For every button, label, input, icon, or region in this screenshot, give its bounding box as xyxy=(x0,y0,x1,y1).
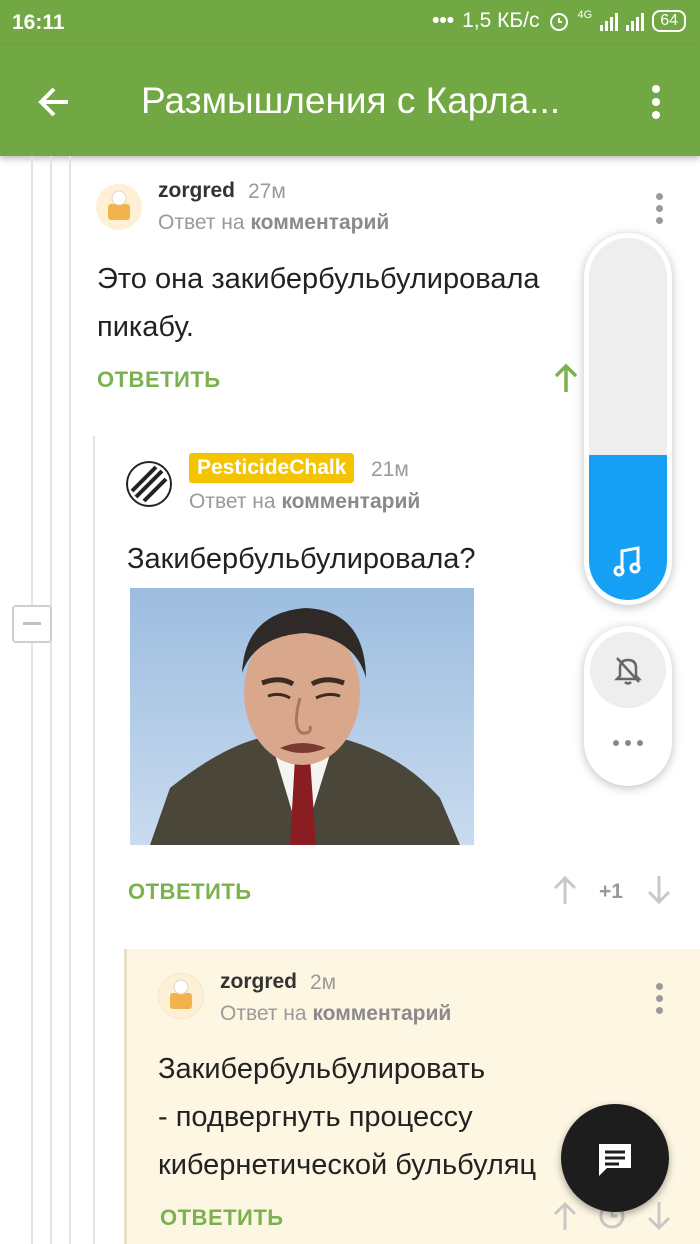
reply-to-line: Ответ на комментарий xyxy=(189,490,420,514)
upvote-icon[interactable] xyxy=(553,362,579,394)
dots-icon: ••• xyxy=(432,9,455,32)
signal-icon xyxy=(600,11,619,31)
comment-username-badge[interactable]: PesticideChalk xyxy=(189,453,355,483)
mute-button[interactable] xyxy=(590,632,666,708)
thread-line xyxy=(50,156,52,1244)
comment-icon xyxy=(599,1144,631,1176)
comment-time: 2м xyxy=(310,971,337,994)
reply-prefix: Ответ на xyxy=(189,490,276,513)
app-bar: Размышления с Карла... xyxy=(0,46,700,156)
status-bar: 16:11 ••• 1,5 КБ/с 4G 64 xyxy=(0,0,700,46)
thread-line xyxy=(93,436,95,1244)
reply-to-line: Ответ на комментарий xyxy=(158,211,389,235)
avatar[interactable] xyxy=(96,184,142,230)
music-note-icon xyxy=(613,546,641,577)
status-time: 16:11 xyxy=(12,11,65,34)
reply-button[interactable]: ОТВЕТИТЬ xyxy=(97,367,221,393)
reply-target-link[interactable]: комментарий xyxy=(312,1002,451,1025)
bell-off-icon xyxy=(613,657,643,685)
battery-indicator: 64 xyxy=(652,10,686,32)
comment-username[interactable]: zorgred xyxy=(158,179,235,203)
avatar[interactable] xyxy=(126,461,172,507)
reply-to-line: Ответ на комментарий xyxy=(220,1002,451,1026)
comment-text: Это она закибербульбулировала пикабу. xyxy=(97,263,540,343)
downvote-icon[interactable] xyxy=(646,1200,672,1232)
comment-image[interactable] xyxy=(130,588,474,845)
comment-text: Закибербульбулировать - подвергнуть проц… xyxy=(158,1053,537,1181)
reply-button[interactable]: ОТВЕТИТЬ xyxy=(128,879,252,905)
network-speed: 1,5 КБ/с xyxy=(462,9,540,32)
volume-panel xyxy=(584,233,672,605)
back-arrow-icon[interactable] xyxy=(34,82,74,122)
reply-target-link[interactable]: комментарий xyxy=(281,490,420,513)
reply-prefix: Ответ на xyxy=(220,1002,307,1025)
avatar[interactable] xyxy=(158,973,204,1019)
alarm-icon xyxy=(549,13,568,31)
network-type: 4G xyxy=(577,9,593,21)
comment-time: 21м xyxy=(371,458,409,481)
comment-menu-icon[interactable] xyxy=(654,193,664,227)
comment-username[interactable]: zorgred xyxy=(220,970,297,994)
comment-score: +1 xyxy=(599,880,623,903)
page-title: Размышления с Карла... xyxy=(141,80,561,121)
comment-time: 27м xyxy=(248,180,286,203)
downvote-icon[interactable] xyxy=(646,874,672,906)
thread-line xyxy=(69,156,71,1244)
volume-slider-fill xyxy=(589,455,667,600)
comment-text: Закибербульбулировала? xyxy=(127,543,476,575)
thread-line xyxy=(31,156,33,1244)
upvote-icon[interactable] xyxy=(552,874,578,906)
reply-prefix: Ответ на xyxy=(158,211,245,234)
ringer-panel xyxy=(584,626,672,786)
reply-target-link[interactable]: комментарий xyxy=(250,211,389,234)
status-icons: ••• 1,5 КБ/с 4G 64 xyxy=(432,9,686,33)
collapse-thread-button[interactable] xyxy=(12,605,52,643)
reply-button[interactable]: ОТВЕТИТЬ xyxy=(160,1205,284,1231)
comment-menu-icon[interactable] xyxy=(654,983,664,1017)
signal-icon-2 xyxy=(626,11,645,31)
more-horiz-icon[interactable] xyxy=(612,738,644,748)
write-comment-button[interactable] xyxy=(561,1104,669,1212)
more-vert-icon[interactable] xyxy=(646,84,666,120)
upvote-icon[interactable] xyxy=(552,1200,578,1232)
